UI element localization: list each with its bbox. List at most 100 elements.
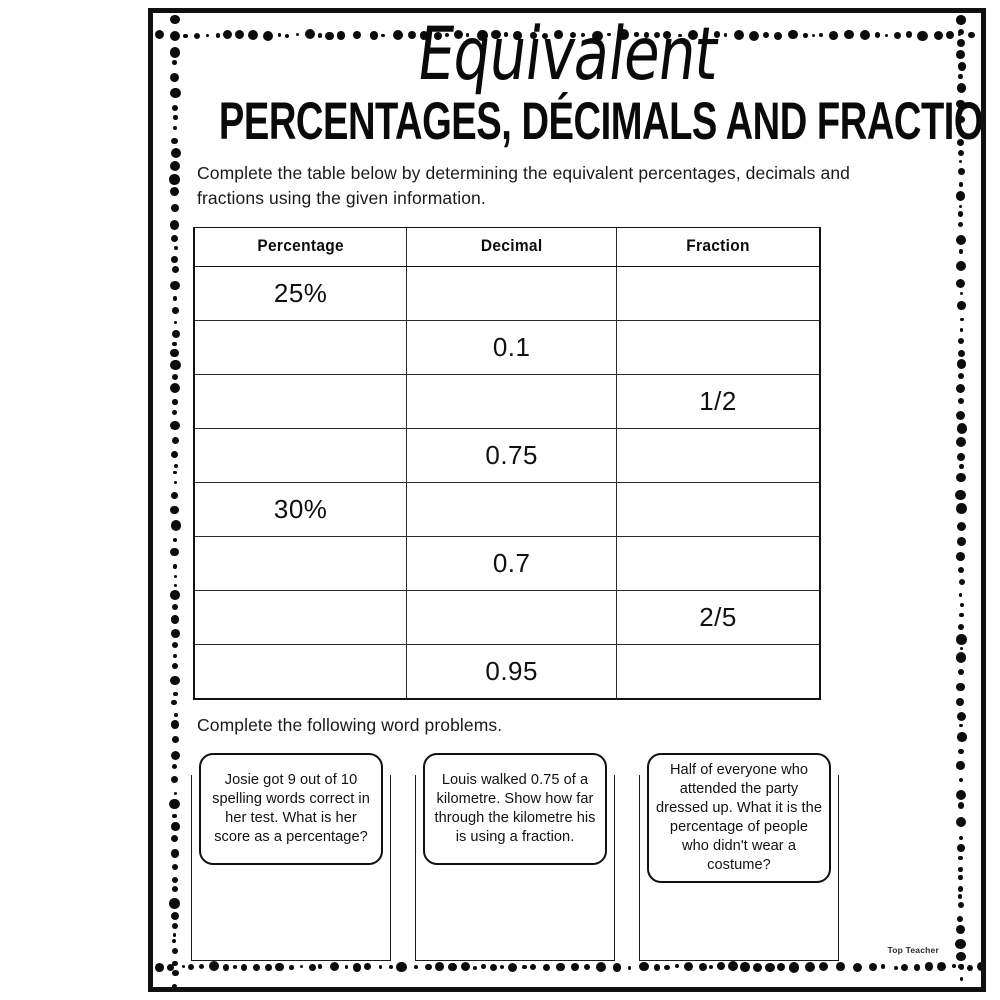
cell-percentage[interactable] — [193, 320, 408, 375]
cell-percentage[interactable] — [193, 590, 408, 645]
border-dot — [448, 962, 458, 972]
border-dot — [170, 675, 180, 686]
cell-percentage[interactable] — [193, 536, 408, 591]
border-dot — [955, 489, 966, 500]
cell-fraction[interactable] — [616, 482, 822, 537]
border-dot — [170, 280, 180, 291]
border-dot — [957, 338, 965, 345]
border-dot — [956, 411, 966, 421]
border-dot — [583, 963, 591, 971]
word-problem-text: Half of everyone who attended the party … — [656, 762, 822, 873]
page-header: Equivalent PERCENTAGES, DÉCIMALS AND FRA… — [193, 13, 981, 147]
cell-fraction[interactable] — [616, 644, 822, 700]
dotted-border-bottom — [153, 959, 981, 975]
border-dot — [717, 962, 726, 971]
border-dot — [169, 898, 180, 909]
cell-fraction[interactable] — [616, 428, 822, 483]
border-dot — [698, 963, 707, 972]
border-dot — [956, 552, 965, 561]
border-dot — [171, 137, 178, 145]
cell-percentage[interactable] — [193, 374, 408, 429]
border-dot — [240, 964, 248, 971]
border-dot — [788, 962, 799, 973]
cell-percentage[interactable] — [193, 644, 408, 700]
border-dot — [171, 32, 176, 37]
page-title-subtitle: PERCENTAGES, DÉCIMALS AND FRACTIONS — [218, 91, 986, 151]
border-dot — [818, 961, 829, 971]
border-dot — [170, 590, 181, 601]
border-dot — [957, 349, 965, 357]
border-dot — [959, 317, 964, 322]
border-dot — [170, 420, 180, 430]
cell-fraction[interactable] — [616, 320, 822, 375]
border-dot — [172, 373, 179, 381]
border-dot — [570, 963, 579, 972]
border-dot — [958, 894, 963, 899]
border-dot — [169, 30, 180, 41]
border-dot — [956, 634, 967, 645]
border-dot — [683, 962, 693, 972]
border-dot — [173, 245, 178, 251]
cell-decimal[interactable] — [406, 374, 618, 429]
border-dot — [958, 592, 963, 597]
border-dot — [170, 547, 179, 557]
border-dot — [171, 776, 178, 784]
border-dot — [171, 699, 178, 706]
cell-decimal[interactable] — [406, 265, 618, 321]
border-dot — [956, 761, 965, 770]
cell-decimal[interactable] — [406, 482, 618, 537]
border-dot — [170, 615, 180, 625]
border-dot — [155, 29, 165, 40]
border-dot — [364, 962, 372, 970]
cell-fraction[interactable] — [616, 265, 822, 321]
border-dot — [172, 564, 178, 569]
cell-fraction: 1/2 — [616, 374, 822, 429]
border-dot — [956, 472, 967, 483]
border-dot — [481, 964, 486, 970]
cell-fraction[interactable] — [616, 536, 822, 591]
border-dot — [957, 712, 967, 721]
border-dot — [170, 505, 179, 515]
border-dot — [959, 646, 963, 651]
cell-decimal: 0.95 — [406, 644, 618, 700]
border-dot — [172, 341, 177, 347]
cell-percentage[interactable] — [193, 428, 408, 483]
border-dot — [957, 210, 964, 217]
border-dot — [958, 168, 965, 175]
border-dot — [596, 962, 607, 973]
border-dot — [309, 964, 316, 971]
border-dot — [880, 964, 886, 969]
border-dot — [232, 965, 237, 970]
border-dot — [169, 383, 180, 394]
table-row: 2/5 — [193, 590, 822, 645]
border-dot — [169, 220, 179, 230]
border-dot — [171, 911, 180, 920]
cell-decimal: 0.75 — [406, 428, 618, 483]
border-dot — [169, 47, 181, 58]
border-dot — [171, 947, 178, 954]
border-dot — [957, 39, 966, 48]
border-dot — [173, 480, 177, 485]
border-dot — [957, 300, 966, 310]
border-dot — [172, 266, 180, 274]
border-dot — [913, 964, 921, 972]
border-dot — [957, 732, 967, 742]
border-dot — [958, 566, 965, 573]
word-problem: Half of everyone who attended the party … — [639, 753, 839, 961]
border-dot — [171, 235, 179, 243]
border-dot — [252, 964, 260, 971]
border-dot — [173, 115, 178, 120]
border-dot — [957, 150, 964, 157]
table-row: 0.1 — [193, 320, 822, 375]
table-header: Percentage Decimal Fraction — [193, 226, 822, 269]
cell-decimal[interactable] — [406, 590, 618, 645]
word-problem: Josie got 9 out of 10 spelling words cor… — [191, 753, 391, 961]
border-dot — [529, 963, 537, 970]
border-dot — [958, 32, 962, 36]
border-dot — [344, 965, 349, 969]
dotted-border-right — [953, 13, 969, 987]
border-dot — [955, 951, 966, 962]
border-dot — [957, 802, 965, 809]
cell-decimal: 0.7 — [406, 536, 618, 591]
border-dot — [959, 464, 964, 469]
